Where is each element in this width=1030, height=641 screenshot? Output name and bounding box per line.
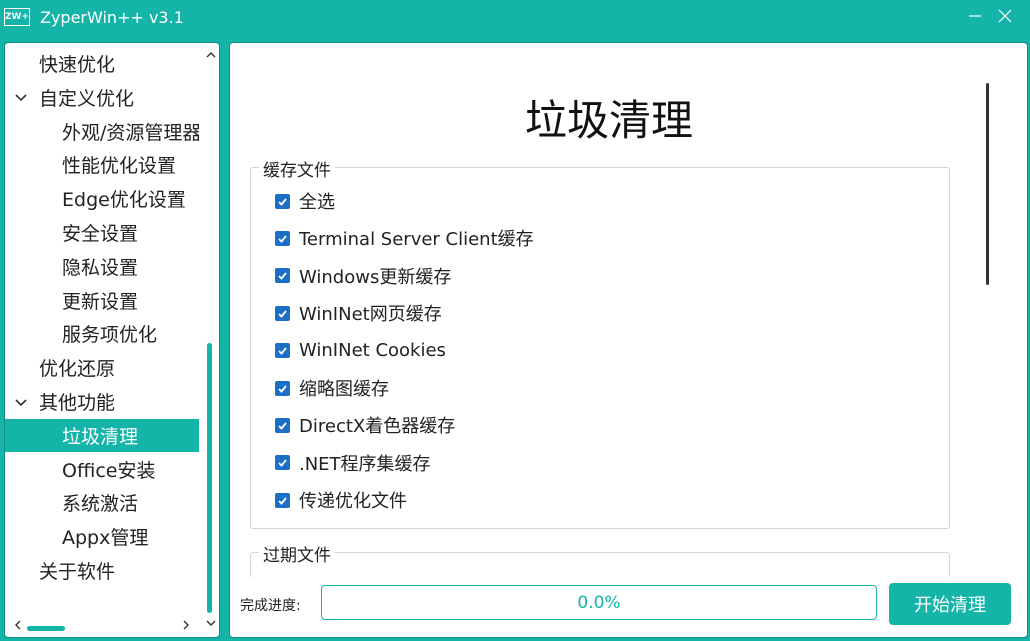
checkbox[interactable] — [275, 455, 290, 471]
sidebar-vertical-scrollbar[interactable] — [201, 43, 219, 637]
sidebar-item-label: 服务项优化 — [62, 324, 158, 347]
checkbox[interactable] — [275, 380, 290, 396]
sidebar-item-label: 性能优化设置 — [62, 155, 177, 178]
group-label-expired: 过期文件 — [259, 541, 335, 566]
cache-option[interactable]: .NET程序集缓存 — [275, 448, 431, 478]
sidebar-item-label: 隐私设置 — [62, 256, 139, 279]
cache-option[interactable]: Terminal Server Client缓存 — [275, 223, 534, 253]
cache-option[interactable]: 全选 — [275, 186, 335, 216]
close-icon[interactable] — [990, 3, 1020, 29]
cache-option[interactable]: DirectX着色器缓存 — [275, 410, 455, 440]
progress-bar: 0.0% — [321, 585, 877, 620]
sidebar-item[interactable]: 其他功能 — [5, 385, 199, 418]
window-title: ZyperWin++ v3.1 — [40, 7, 184, 27]
checkbox[interactable] — [275, 305, 290, 321]
checkbox[interactable] — [275, 492, 290, 508]
option-label: Windows更新缓存 — [299, 266, 452, 288]
checkbox[interactable] — [275, 193, 290, 209]
minimize-icon[interactable] — [960, 3, 990, 29]
scroll-up-icon[interactable] — [205, 49, 217, 63]
sidebar-item-label: 系统激活 — [62, 493, 139, 516]
sidebar-item-label: 优化还原 — [39, 358, 116, 381]
sidebar-item-label: Office安装 — [62, 459, 156, 482]
sidebar-item[interactable]: Appx管理 — [5, 520, 199, 553]
scroll-left-icon[interactable] — [13, 619, 23, 635]
group-label-cache: 缓存文件 — [259, 156, 335, 181]
sidebar-item-label: 自定义优化 — [39, 87, 135, 110]
cache-option[interactable]: Windows更新缓存 — [275, 261, 451, 291]
sidebar-item-label: 安全设置 — [62, 223, 139, 245]
sidebar-scroll-thumb[interactable] — [207, 343, 212, 613]
chevron-down-icon[interactable] — [13, 385, 29, 418]
cleanup-content: 垃圾清理 缓存文件 全选 Terminal Server Client缓存 Wind… — [234, 47, 1024, 577]
scroll-right-icon[interactable] — [181, 619, 191, 635]
cache-option[interactable]: WinINet网页缓存 — [275, 298, 442, 328]
sidebar-item[interactable]: Edge优化设置 — [5, 182, 199, 215]
sidebar-item[interactable]: 性能优化设置 — [5, 148, 199, 181]
sidebar-item-label: 外观/资源管理器 — [62, 121, 199, 144]
sidebar-item[interactable]: Office安装 — [5, 453, 199, 486]
sidebar-item[interactable]: 自定义优化 — [5, 81, 199, 114]
cache-option[interactable]: WinINet Cookies — [275, 336, 446, 366]
sidebar-item-label: Appx管理 — [62, 527, 149, 550]
progress-label: 完成进度: — [240, 598, 301, 614]
sidebar-item-label: 更新设置 — [62, 290, 139, 313]
option-label: DirectX着色器缓存 — [299, 416, 456, 438]
scroll-down-icon[interactable] — [205, 617, 217, 631]
sidebar-item[interactable]: 优化还原 — [5, 351, 199, 384]
sidebar-item[interactable]: 更新设置 — [5, 284, 199, 317]
cache-option[interactable]: 缩略图缓存 — [275, 373, 389, 403]
sidebar-item[interactable]: 关于软件 — [5, 554, 199, 587]
option-label: WinINet Cookies — [299, 340, 446, 362]
sidebar-item-label: 其他功能 — [39, 392, 116, 414]
sidebar-item[interactable]: 服务项优化 — [5, 317, 199, 350]
option-label: 缩略图缓存 — [299, 379, 389, 400]
cache-option[interactable]: 传递优化文件 — [275, 485, 407, 515]
sidebar-item[interactable]: 安全设置 — [5, 216, 199, 249]
checkbox[interactable] — [275, 343, 290, 359]
sidebar-item[interactable]: 系统激活 — [5, 486, 199, 519]
option-label: 传递优化文件 — [299, 491, 407, 513]
cache-files-group: 缓存文件 全选 Terminal Server Client缓存 Windows更新… — [250, 156, 950, 529]
sidebar-item[interactable]: 隐私设置 — [5, 250, 199, 283]
checkbox[interactable] — [275, 417, 290, 433]
option-label: WinINet网页缓存 — [299, 304, 442, 326]
app-logo: ZW+ — [4, 8, 30, 26]
sidebar-nav: 快速优化自定义优化外观/资源管理器 性能优化设置 Edge优化设置 安全设置隐私设置更… — [4, 42, 220, 638]
sidebar-horizontal-scroll-thumb[interactable] — [27, 626, 65, 631]
checkbox[interactable] — [275, 268, 290, 284]
main-panel: 垃圾清理 缓存文件 全选 Terminal Server Client缓存 Wind… — [229, 42, 1028, 638]
sidebar-item-label: 垃圾清理 — [62, 425, 139, 448]
checkbox[interactable] — [275, 230, 290, 246]
sidebar-item-label: 关于软件 — [39, 561, 116, 583]
title-bar: ZW+ ZyperWin++ v3.1 — [0, 0, 1030, 34]
progress-text: 0.0% — [577, 592, 621, 613]
start-cleanup-button[interactable]: 开始清理 — [889, 583, 1011, 625]
sidebar-item[interactable]: 外观/资源管理器 — [5, 115, 199, 148]
page-title: 垃圾清理 — [524, 96, 693, 145]
expired-files-group: 过期文件 — [250, 541, 950, 577]
chevron-down-icon[interactable] — [13, 81, 29, 114]
sidebar-item-label: 快速优化 — [39, 54, 116, 76]
sidebar-item-label: Edge优化设置 — [62, 189, 186, 212]
option-label: Terminal Server Client缓存 — [299, 229, 534, 251]
sidebar-item[interactable]: 垃圾清理 — [5, 418, 199, 452]
option-label: 全选 — [299, 192, 335, 213]
main-scroll-thumb[interactable] — [986, 83, 989, 285]
sidebar-item[interactable]: 快速优化 — [5, 47, 199, 80]
option-label: .NET程序集缓存 — [299, 453, 431, 475]
